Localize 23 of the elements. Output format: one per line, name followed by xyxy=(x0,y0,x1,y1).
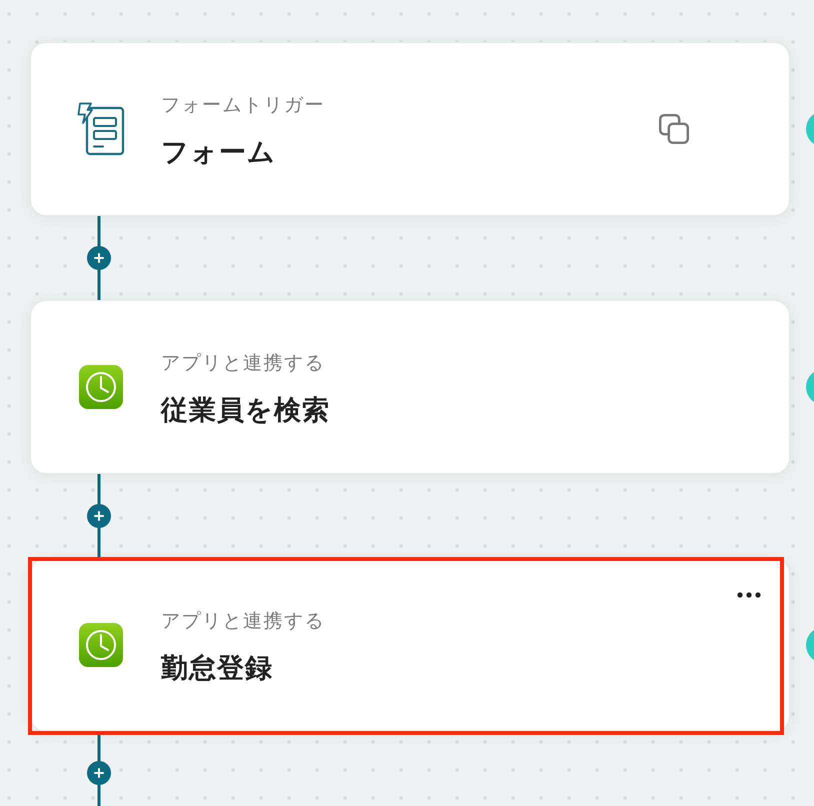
add-step-button[interactable] xyxy=(87,246,111,270)
add-step-button[interactable] xyxy=(87,761,111,785)
step-card[interactable]: アプリと連携する 従業員を検索 xyxy=(30,300,790,474)
plus-icon xyxy=(94,511,104,521)
clock-app-icon xyxy=(79,623,123,667)
add-step-button[interactable] xyxy=(87,504,111,528)
step-card[interactable]: アプリと連携する 勤怠登録 xyxy=(30,558,790,732)
handle-icon[interactable] xyxy=(806,369,814,405)
step-label: フォームトリガー xyxy=(161,93,325,118)
plus-icon xyxy=(94,253,104,263)
step-card[interactable]: フォームトリガー フォーム xyxy=(30,42,790,216)
handle-icon[interactable] xyxy=(806,111,814,147)
step-label: アプリと連携する xyxy=(161,351,325,376)
step-title: 従業員を検索 xyxy=(161,394,330,428)
copy-icon[interactable] xyxy=(659,114,689,144)
form-lightning-icon xyxy=(77,102,125,156)
handle-icon[interactable] xyxy=(806,627,814,663)
step-title: フォーム xyxy=(161,136,276,170)
plus-icon xyxy=(94,768,104,778)
step-title: 勤怠登録 xyxy=(161,652,273,686)
clock-app-icon xyxy=(79,365,123,409)
more-icon[interactable] xyxy=(737,592,761,598)
step-label: アプリと連携する xyxy=(161,609,325,634)
